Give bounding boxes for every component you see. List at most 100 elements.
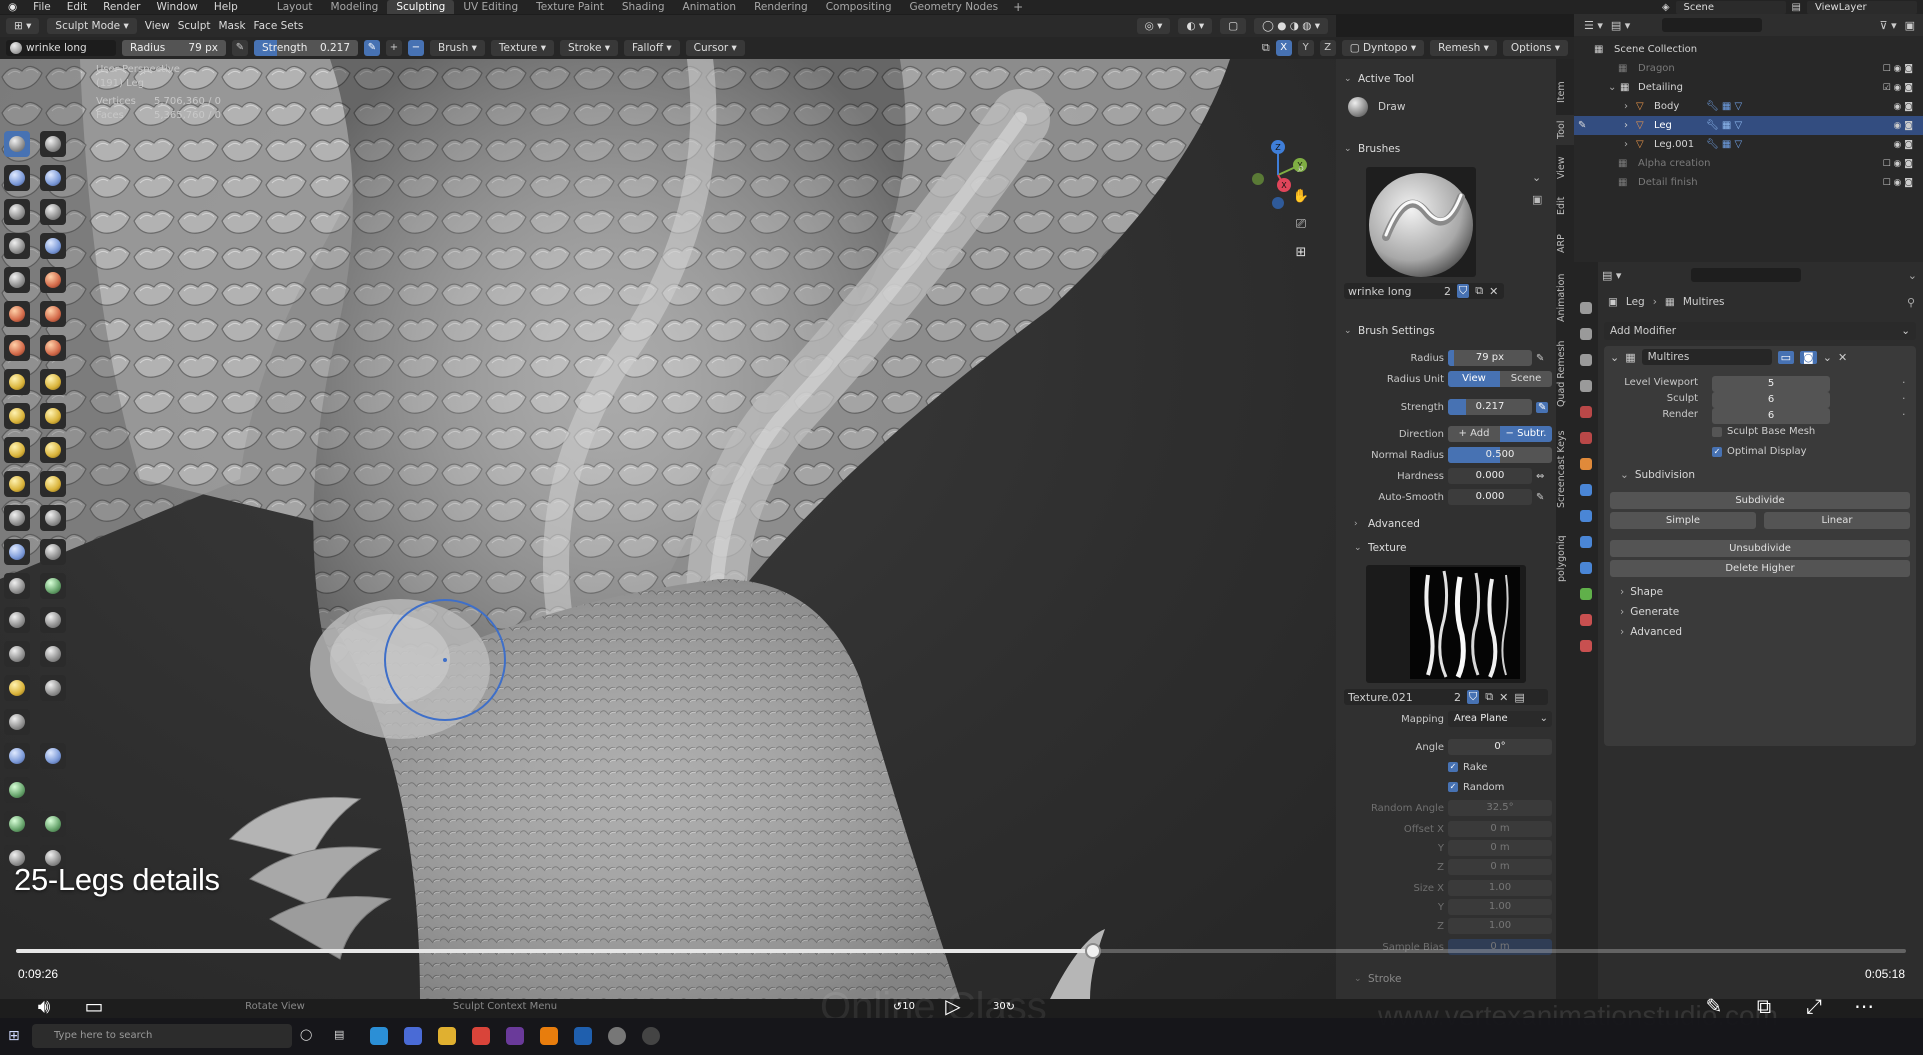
chevron-down-icon[interactable]: ⌄ xyxy=(1608,82,1616,93)
pan-hand-icon[interactable]: ✋ xyxy=(1290,185,1312,207)
visibility-toggles[interactable]: ◉ ◙ xyxy=(1894,140,1913,150)
cursor-menu[interactable]: Cursor ▾ xyxy=(685,40,745,56)
direction-subtract-icon[interactable]: − xyxy=(408,40,424,56)
visibility-toggles[interactable]: ☑ ◉ ◙ xyxy=(1883,83,1913,93)
chevron-right-icon[interactable]: › xyxy=(1624,101,1628,112)
options-chevron-icon[interactable]: ⌄ xyxy=(1908,269,1917,282)
blender-taskbar-icon[interactable] xyxy=(540,1027,558,1045)
pin-icon[interactable]: ⚲ xyxy=(1907,296,1915,309)
app-icon-blue[interactable] xyxy=(574,1027,592,1045)
modifier-tab-icon[interactable] xyxy=(1580,484,1592,496)
radius-slider[interactable]: Radius 79 px xyxy=(122,40,226,56)
visibility-toggles[interactable]: ☐ ◉ ◙ xyxy=(1883,159,1913,169)
box-mask-tool[interactable] xyxy=(4,641,30,667)
video-progress-track[interactable] xyxy=(16,943,1906,959)
windows-start-icon[interactable]: ⊞ xyxy=(8,1028,20,1044)
rotate-tool[interactable] xyxy=(40,471,66,497)
3d-viewport[interactable]: User Perspective (191) Leg Vertices 5,70… xyxy=(0,59,1336,999)
size-x-field[interactable]: 1.00 xyxy=(1448,880,1552,896)
crease-tool[interactable] xyxy=(4,267,30,293)
object-tab-icon[interactable] xyxy=(1580,458,1592,470)
clay-thumb-tool[interactable] xyxy=(4,199,30,225)
axis-y-toggle[interactable]: Y xyxy=(1297,40,1314,56)
widgets-icon[interactable]: ▤ xyxy=(334,1028,344,1041)
editor-type-icon[interactable]: ▤ ▾ xyxy=(1602,269,1621,282)
modifier-name-field[interactable]: Multires xyxy=(1641,349,1772,365)
workspace-tab-geometry-nodes[interactable]: Geometry Nodes xyxy=(901,0,1008,14)
box-hide-tool[interactable] xyxy=(40,641,66,667)
menu-view[interactable]: View xyxy=(145,20,170,32)
workspace-tab-sculpting[interactable]: Sculpting xyxy=(387,0,455,14)
view-layer-selector[interactable]: ViewLayer xyxy=(1807,0,1917,14)
offset-y-field[interactable]: 0 m xyxy=(1448,840,1552,856)
workspace-tab-uv-editing[interactable]: UV Editing xyxy=(454,0,527,14)
props-search-input[interactable] xyxy=(1691,268,1802,282)
offset-x-field[interactable]: 0 m xyxy=(1448,821,1552,837)
offset-z-field[interactable]: 0 m xyxy=(1448,859,1552,875)
thumb-tool[interactable] xyxy=(4,437,30,463)
advanced-modifier-section[interactable]: › Advanced xyxy=(1620,626,1682,638)
active-tool-row[interactable]: Draw xyxy=(1348,97,1405,117)
random-checkbox[interactable]: ✓ xyxy=(1448,782,1458,792)
gizmo-toggle[interactable]: ◎ ▾ xyxy=(1136,18,1171,34)
annotate-tool[interactable] xyxy=(4,607,30,633)
cloth-filter-tool[interactable] xyxy=(40,743,66,769)
texture-tab-icon[interactable] xyxy=(1580,640,1592,652)
store-icon[interactable] xyxy=(404,1027,422,1045)
auto-smooth-pressure-icon[interactable]: ✎ xyxy=(1536,492,1544,503)
scene-tab-icon[interactable] xyxy=(1580,406,1592,418)
strength-pressure-icon[interactable]: ✎ xyxy=(364,40,380,56)
fake-user-icon[interactable]: ⛉ xyxy=(1457,284,1470,298)
visibility-toggles[interactable]: ◉ ◙ xyxy=(1894,102,1913,112)
snake-hook-tool[interactable] xyxy=(40,403,66,429)
explorer-icon[interactable] xyxy=(438,1027,456,1045)
workspace-tab-shading[interactable]: Shading xyxy=(613,0,674,14)
rake-checkbox[interactable]: ✓ xyxy=(1448,762,1458,772)
random-row[interactable]: ✓ Random xyxy=(1448,779,1504,795)
sculpt-base-mesh-option[interactable]: Sculpt Base Mesh xyxy=(1712,426,1815,437)
brush-list-image-icon[interactable]: ▣ xyxy=(1532,193,1542,206)
chevron-down-icon[interactable]: ⌄ xyxy=(1610,351,1619,364)
slide-relax-tool[interactable] xyxy=(4,505,30,531)
subdivide-button[interactable]: Subdivide xyxy=(1610,492,1910,509)
delete-higher-button[interactable]: Delete Higher xyxy=(1610,560,1910,577)
smooth-tool[interactable] xyxy=(40,267,66,293)
sidebar-tab-edit[interactable]: Edit xyxy=(1556,191,1574,221)
direction-add-button[interactable]: + Add xyxy=(1448,426,1500,442)
overlay-toggle[interactable]: ◐ ▾ xyxy=(1178,18,1213,34)
texture-section[interactable]: ⌄ Texture xyxy=(1346,538,1406,558)
output-tab-icon[interactable] xyxy=(1580,354,1592,366)
scrape-tool[interactable] xyxy=(4,335,30,361)
menu-face-sets[interactable]: Face Sets xyxy=(254,20,304,32)
visibility-toggles[interactable]: ☐ ◉ ◙ xyxy=(1883,64,1913,74)
mode-dropdown[interactable]: Sculpt Mode ▾ xyxy=(47,18,137,34)
tool-tab-icon[interactable] xyxy=(1580,302,1592,314)
workspace-tab-modeling[interactable]: Modeling xyxy=(322,0,388,14)
texture-preview[interactable] xyxy=(1366,565,1526,683)
sidebar-tab-polygoniq[interactable]: polygoniq xyxy=(1556,527,1574,591)
outliner-row-body[interactable]: › ▽ Body 🔧︎ ▦ ▽ ◉ ◙ xyxy=(1574,97,1923,116)
close-icon[interactable]: ✕ xyxy=(1838,351,1847,364)
brush-menu[interactable]: Brush ▾ xyxy=(430,40,485,56)
visibility-toggles[interactable]: ◉ ◙ xyxy=(1894,121,1913,131)
edge-icon[interactable] xyxy=(370,1027,388,1045)
outliner-editor-icon[interactable]: ☰ ▾ xyxy=(1584,19,1603,32)
texture-fake-user-icon[interactable]: ⛉ xyxy=(1467,690,1480,704)
realtime-toggle-icon[interactable]: ▭ xyxy=(1777,350,1795,364)
render-level-field[interactable]: 6 xyxy=(1712,408,1830,424)
menu-help[interactable]: Help xyxy=(206,1,246,13)
outliner-row-leg-001[interactable]: › ▽ Leg.001 🔧︎ ▦ ▽ ◉ ◙ xyxy=(1574,135,1923,154)
unlink-icon[interactable]: ✕ xyxy=(1489,285,1498,298)
np-radius-pressure-icon[interactable]: ✎ xyxy=(1536,353,1544,364)
flatten-tool[interactable] xyxy=(4,301,30,327)
hardness-invert-icon[interactable]: ⇔ xyxy=(1536,471,1544,482)
taskbar-search-input[interactable]: Type here to search xyxy=(32,1024,292,1048)
direction-add-icon[interactable]: + xyxy=(386,40,402,56)
shape-section[interactable]: › Shape xyxy=(1620,586,1663,598)
active-tool-section[interactable]: ⌄ Active Tool xyxy=(1336,69,1556,89)
direction-subtract-button[interactable]: − Subtr. xyxy=(1500,426,1552,442)
draw-face-sets-tool[interactable] xyxy=(40,573,66,599)
filter-icon[interactable]: ⊽ ▾ xyxy=(1880,19,1897,32)
app-icon-purple[interactable] xyxy=(506,1027,524,1045)
menu-window[interactable]: Window xyxy=(148,1,205,13)
